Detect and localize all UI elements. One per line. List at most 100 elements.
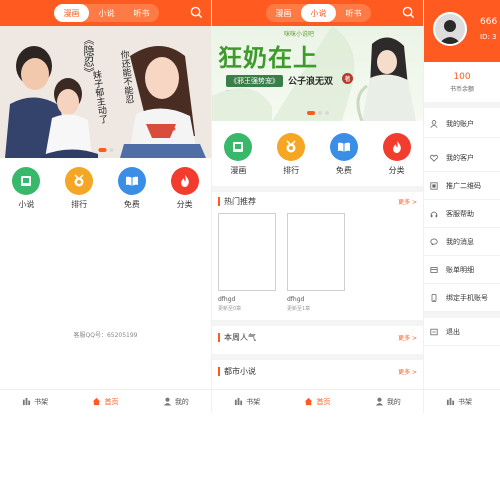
open-book-icon	[117, 167, 146, 195]
user-icon	[375, 397, 383, 406]
book-card[interactable]: dfhgd 更新至1章	[287, 213, 345, 312]
app-screens: 漫画 小说 听书 《隐忍》 妹子郁主动了 你还能不能忍 GUESS 小说 排行 …	[0, 0, 500, 500]
coin-label: 书币余额	[449, 86, 474, 93]
nav-label: 我的	[174, 397, 189, 406]
category-label: 排行	[71, 200, 88, 209]
user-id: ID: 3	[480, 33, 497, 41]
menu-label: 我的账户	[446, 119, 474, 128]
nav-label: 首页	[104, 397, 119, 406]
tab-audiobook[interactable]: 听书	[336, 4, 371, 22]
book-icon	[12, 167, 41, 195]
nav-label: 书架	[34, 397, 49, 406]
carousel-dots	[98, 148, 113, 152]
home-icon	[93, 397, 101, 406]
tab-novel[interactable]: 小说	[301, 4, 336, 22]
banner-carousel[interactable]: 咪咪小说吧 狂奶在上 《邪王强势宠》 公子浪无双 著 ...	[212, 26, 423, 121]
search-icon[interactable]	[190, 6, 203, 19]
menu-bind-phone[interactable]: 绑定手机账号	[424, 284, 500, 312]
username: 666	[480, 17, 498, 27]
category-free[interactable]: 免费	[324, 133, 364, 176]
menu-logout[interactable]: 退出	[424, 318, 500, 346]
category-ranking[interactable]: 排行	[59, 167, 99, 210]
book-card[interactable]: dfhgd 更新至0章	[218, 213, 276, 312]
tab-manga[interactable]: 漫画	[54, 4, 89, 22]
menu-label: 推广二维码	[446, 181, 481, 190]
qr-icon	[430, 181, 438, 190]
carousel-dot[interactable]	[109, 148, 113, 152]
nav-mine[interactable]: 我的	[375, 397, 401, 407]
menu-label: 我的客户	[446, 153, 474, 162]
novel-home-screen: 漫画 小说 听书 咪咪小说吧 狂奶在上 《邪王强势宠》 公子浪无双 著 ...	[211, 0, 423, 413]
section-title: 本周人气	[218, 332, 256, 342]
menu-label: 退出	[446, 327, 460, 336]
carousel-dot[interactable]	[324, 111, 329, 115]
menu-label: 账单明细	[446, 265, 474, 274]
flame-icon	[170, 167, 199, 195]
menu-label: 绑定手机账号	[446, 293, 488, 302]
book-title: dfhgd	[287, 296, 305, 303]
phone-icon	[431, 293, 437, 302]
top-bar: 漫画 小说 听书	[212, 0, 423, 26]
category-label: 分类	[176, 200, 193, 209]
banner-carousel[interactable]: 《隐忍》 妹子郁主动了 你还能不能忍 GUESS	[0, 26, 211, 158]
medal-icon	[65, 167, 94, 195]
book-update: 更新至1章	[287, 306, 311, 312]
section-hot: 热门推荐 更多 >	[212, 186, 423, 210]
category-label: 小说	[18, 200, 35, 209]
banner-subtitle: 《邪王强势宠》	[226, 75, 283, 87]
category-label: 漫画	[230, 166, 247, 175]
nav-home[interactable]: 首页	[304, 397, 330, 407]
coin-amount: 100	[453, 72, 471, 82]
category-ranking[interactable]: 排行	[271, 133, 311, 176]
section-weekly: 本周人气 更多 >	[212, 320, 423, 348]
more-link[interactable]: 更多 >	[398, 367, 417, 376]
nav-mine[interactable]: 我的	[163, 397, 189, 407]
profile-header: 666 ID: 3	[424, 0, 500, 62]
carousel-dot-active[interactable]	[306, 111, 315, 115]
nav-label: 书架	[458, 397, 472, 406]
menu-qr-code[interactable]: 推广二维码	[424, 172, 500, 200]
nav-home[interactable]: 首页	[92, 397, 118, 407]
menu-bills[interactable]: 账单明细	[424, 256, 500, 284]
coin-balance[interactable]: 100 书币余额	[424, 62, 500, 108]
headset-icon	[430, 211, 438, 217]
category-novel[interactable]: 小说	[6, 167, 46, 210]
top-bar: 漫画 小说 听书	[0, 0, 211, 26]
banner-image	[0, 26, 211, 158]
tab-audiobook[interactable]: 听书	[124, 4, 159, 22]
menu-messages[interactable]: 我的消息	[424, 228, 500, 256]
menu-my-account[interactable]: 我的账户	[424, 110, 500, 138]
bill-icon	[430, 266, 438, 273]
tab-novel[interactable]: 小说	[89, 4, 124, 22]
nav-bookshelf[interactable]: 书架	[22, 397, 48, 407]
tab-manga[interactable]: 漫画	[266, 4, 301, 22]
section-urban: 都市小说 更多 >	[212, 354, 423, 382]
carousel-dot[interactable]	[317, 111, 322, 115]
avatar[interactable]	[433, 12, 467, 46]
carousel-dot-active[interactable]	[98, 148, 106, 152]
banner-title: 狂奶在上	[218, 43, 318, 72]
section-title: 热门推荐	[218, 196, 256, 206]
book-cover[interactable]	[287, 213, 345, 291]
nav-bookshelf[interactable]: 书架	[446, 397, 472, 407]
open-book-icon	[329, 133, 358, 161]
menu-my-clients[interactable]: 我的客户	[424, 144, 500, 172]
category-comic[interactable]: 漫画	[218, 133, 258, 176]
category-classify[interactable]: 分类	[165, 167, 205, 210]
menu-label: 客服帮助	[446, 209, 474, 218]
category-classify[interactable]: 分类	[377, 133, 417, 176]
more-link[interactable]: 更多 >	[398, 333, 417, 342]
category-label: 免费	[123, 200, 140, 209]
nav-label: 我的	[386, 397, 401, 406]
nav-bookshelf[interactable]: 书架	[234, 397, 260, 407]
book-cover[interactable]	[218, 213, 276, 291]
menu-help[interactable]: 客服帮助	[424, 200, 500, 228]
manga-home-screen: 漫画 小说 听书 《隐忍》 妹子郁主动了 你还能不能忍 GUESS 小说 排行 …	[0, 0, 211, 413]
banner-author: 公子浪无双	[288, 77, 334, 87]
shelf-icon	[446, 397, 455, 406]
category-free[interactable]: 免费	[112, 167, 152, 210]
heart-icon	[430, 154, 438, 162]
more-link[interactable]: 更多 >	[398, 197, 417, 206]
bottom-nav: 书架 首页 我的	[212, 389, 423, 413]
search-icon[interactable]	[402, 6, 415, 19]
